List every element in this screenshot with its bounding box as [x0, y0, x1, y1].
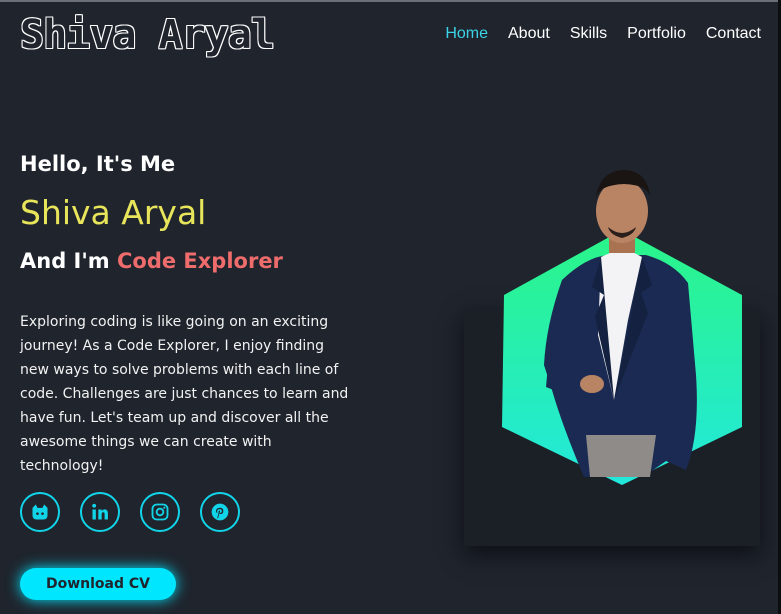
hero-greeting: Hello, It's Me	[20, 152, 176, 176]
hero-bio: Exploring coding is like going on an exc…	[20, 314, 349, 474]
linkedin-link[interactable]	[80, 492, 120, 532]
nav-about-link[interactable]: About	[508, 24, 550, 44]
download-cv-button[interactable]: Download CV	[20, 568, 176, 600]
pinterest-icon	[211, 503, 229, 521]
profile-photo	[502, 170, 742, 485]
github-icon	[32, 504, 48, 520]
role-prefix: And I'm	[20, 249, 117, 273]
nav-skills-link[interactable]: Skills	[570, 24, 607, 44]
nav-home-link[interactable]: Home	[445, 24, 488, 44]
linkedin-icon	[92, 503, 108, 520]
instagram-link[interactable]	[140, 492, 180, 532]
github-link[interactable]	[20, 492, 60, 532]
site-logo[interactable]: Shiva Aryal	[20, 12, 275, 58]
nav-contact-link[interactable]: Contact	[706, 24, 761, 44]
hero-role: And I'm Code Explorer	[20, 247, 283, 275]
hero-name: Shiva Aryal	[20, 193, 207, 232]
window-top-edge	[0, 0, 781, 2]
role-highlight: Code Explorer	[116, 249, 283, 273]
pinterest-link[interactable]	[200, 492, 240, 532]
main-nav: Home About Skills Portfolio Contact	[445, 24, 761, 44]
social-links	[20, 492, 240, 532]
nav-portfolio-link[interactable]: Portfolio	[627, 24, 686, 44]
instagram-icon	[151, 503, 169, 521]
